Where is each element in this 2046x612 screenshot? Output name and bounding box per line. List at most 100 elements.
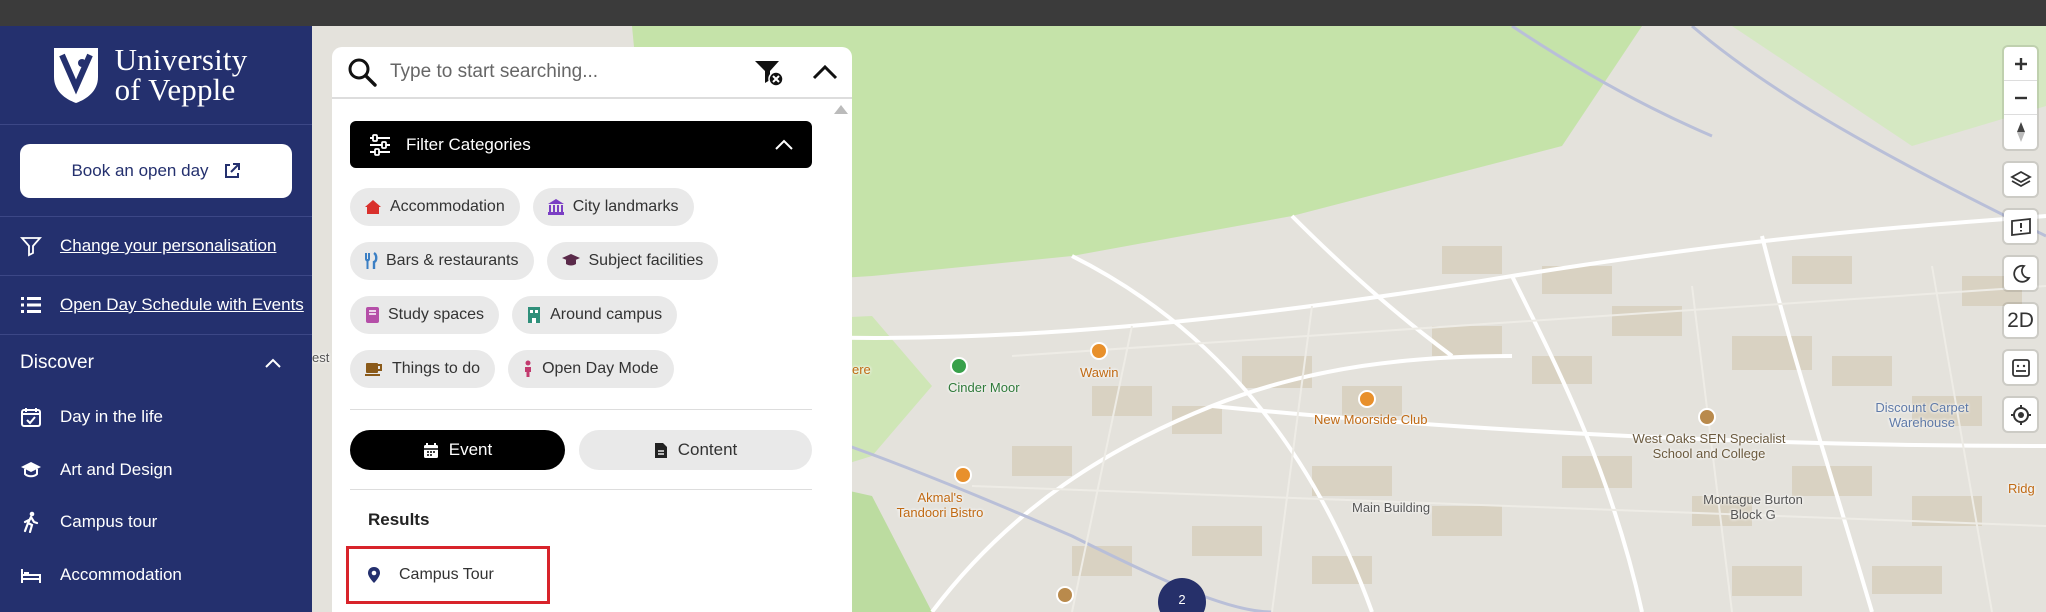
zoom-in-button[interactable] [2004, 47, 2037, 81]
discover-section-toggle[interactable]: Discover [0, 335, 312, 391]
result-campus-tour[interactable]: Campus Tour [346, 546, 550, 604]
list-icon [21, 297, 41, 313]
map-label-ere: ere [852, 362, 871, 377]
open-day-schedule-link[interactable]: Open Day Schedule with Events [0, 276, 312, 335]
graduation-cap-icon [21, 461, 41, 477]
chip-bars-restaurants[interactable]: Bars & restaurants [350, 242, 534, 280]
restaurant-poi-icon[interactable] [954, 466, 972, 484]
walking-icon [23, 511, 39, 534]
chevron-up-icon [265, 358, 281, 368]
tab-content[interactable]: Content [579, 430, 812, 470]
grid-icon [2011, 358, 2030, 377]
brand-line-2: of Vepple [114, 72, 236, 107]
chip-study-spaces[interactable]: Study spaces [350, 296, 500, 334]
chip-city-landmarks[interactable]: City landmarks [532, 188, 694, 226]
chip-label: Subject facilities [588, 252, 704, 269]
zoom-out-button[interactable] [2004, 81, 2037, 115]
map-pin-icon [368, 567, 380, 583]
school-poi-icon[interactable] [1698, 408, 1716, 426]
scrollbar-up-arrow[interactable] [834, 105, 848, 114]
sliders-icon [370, 133, 390, 156]
minus-icon [2014, 96, 2027, 99]
document-icon [654, 442, 667, 458]
restaurant-poi-icon[interactable] [1090, 342, 1108, 360]
layers-button[interactable] [2004, 163, 2037, 196]
filter-categories-toggle[interactable]: Filter Categories [350, 121, 812, 168]
chip-accommodation[interactable]: Accommodation [350, 188, 520, 226]
2d-toggle-button[interactable]: 2D [2004, 304, 2037, 337]
coffee-icon [365, 363, 382, 376]
utensils-icon [365, 252, 378, 269]
compass-button[interactable] [2004, 115, 2037, 149]
filter-clear-icon [755, 61, 784, 87]
external-link-icon [224, 162, 240, 178]
warning-icon [2010, 217, 2031, 236]
brand-line-1: University [114, 42, 248, 77]
filter-categories-title: Filter Categories [406, 134, 531, 154]
map-label-main-building: Main Building [1352, 500, 1431, 515]
crosshair-icon [2010, 404, 2031, 425]
chip-label: Open Day Mode [542, 360, 659, 377]
map-label-montague-burton: Montague Burton Block G [1703, 492, 1803, 522]
chip-label: Bars & restaurants [386, 252, 519, 269]
discover-item-label: Day in the life [60, 407, 163, 427]
club-poi-icon[interactable] [1358, 390, 1376, 408]
chip-things-to-do[interactable]: Things to do [350, 350, 496, 388]
discover-title: Discover [20, 352, 94, 373]
chevron-up-icon [812, 64, 838, 80]
map-label-akmals: Akmal's Tandoori Bistro [896, 490, 984, 520]
layers-icon [2009, 170, 2032, 187]
change-personalisation-link[interactable]: Change your personalisation [0, 217, 312, 276]
dark-mode-button[interactable] [2004, 257, 2037, 290]
chip-label: Accommodation [390, 198, 505, 215]
building-poi-icon[interactable] [1056, 586, 1074, 604]
graduation-cap-icon [561, 254, 580, 266]
book-open-day-label: Book an open day [71, 160, 209, 180]
locate-me-button[interactable] [2004, 398, 2037, 431]
map-label-discount-carpet: Discount Carpet Warehouse [1875, 400, 1969, 430]
tab-content-label: Content [677, 440, 738, 459]
compass-icon [2016, 122, 2025, 142]
chip-label: Around campus [550, 306, 663, 323]
university-logo[interactable]: University of Vepple [0, 26, 312, 125]
chip-label: Study spaces [388, 306, 485, 323]
collapse-panel-button[interactable] [812, 64, 838, 80]
report-issue-button[interactable] [2004, 210, 2037, 243]
calendar-check-icon [21, 408, 41, 428]
map-label-est: est [312, 350, 330, 365]
search-input[interactable] [390, 61, 752, 83]
filter-icon [20, 237, 42, 257]
discover-item-campus-tour[interactable]: Campus tour [0, 496, 312, 549]
plus-icon [2014, 57, 2027, 70]
person-icon [525, 360, 532, 377]
clear-filter-button[interactable] [752, 56, 786, 88]
chip-label: Things to do [392, 360, 481, 377]
book-open-day-button[interactable]: Book an open day [20, 143, 292, 198]
moon-icon [2012, 264, 2031, 283]
discover-item-art-and-design[interactable]: Art and Design [0, 444, 312, 497]
map-label-ridg: Ridg [2008, 481, 2035, 496]
search-icon [346, 56, 378, 88]
search-bar [332, 47, 852, 99]
floor-plan-button[interactable] [2004, 351, 2037, 384]
house-icon [365, 200, 381, 214]
result-type-tabs: Event Content [350, 410, 812, 490]
category-chips: Accommodation City landmarks Bars & rest… [350, 168, 812, 410]
chip-around-campus[interactable]: Around campus [512, 296, 678, 334]
calendar-icon [423, 442, 438, 458]
change-personalisation-label: Change your personalisation [60, 236, 277, 255]
sidebar: University of Vepple Book an open day Ch… [0, 26, 312, 612]
chip-subject-facilities[interactable]: Subject facilities [546, 242, 719, 280]
discover-item-day-in-the-life[interactable]: Day in the life [0, 391, 312, 444]
search-panel: Filter Categories Accommodation City lan… [332, 47, 852, 612]
landmark-icon [547, 199, 564, 215]
map-label-wawin: Wawin [1080, 365, 1119, 380]
discover-item-accommodation[interactable]: Accommodation [0, 549, 312, 602]
tab-event[interactable]: Event [350, 430, 565, 470]
results-heading: Results [368, 510, 430, 529]
chip-open-day-mode[interactable]: Open Day Mode [508, 350, 674, 388]
result-label: Campus Tour [399, 566, 494, 583]
park-poi-icon[interactable] [950, 357, 968, 375]
chip-label: City landmarks [572, 198, 679, 215]
shield-logo-icon [53, 48, 98, 103]
